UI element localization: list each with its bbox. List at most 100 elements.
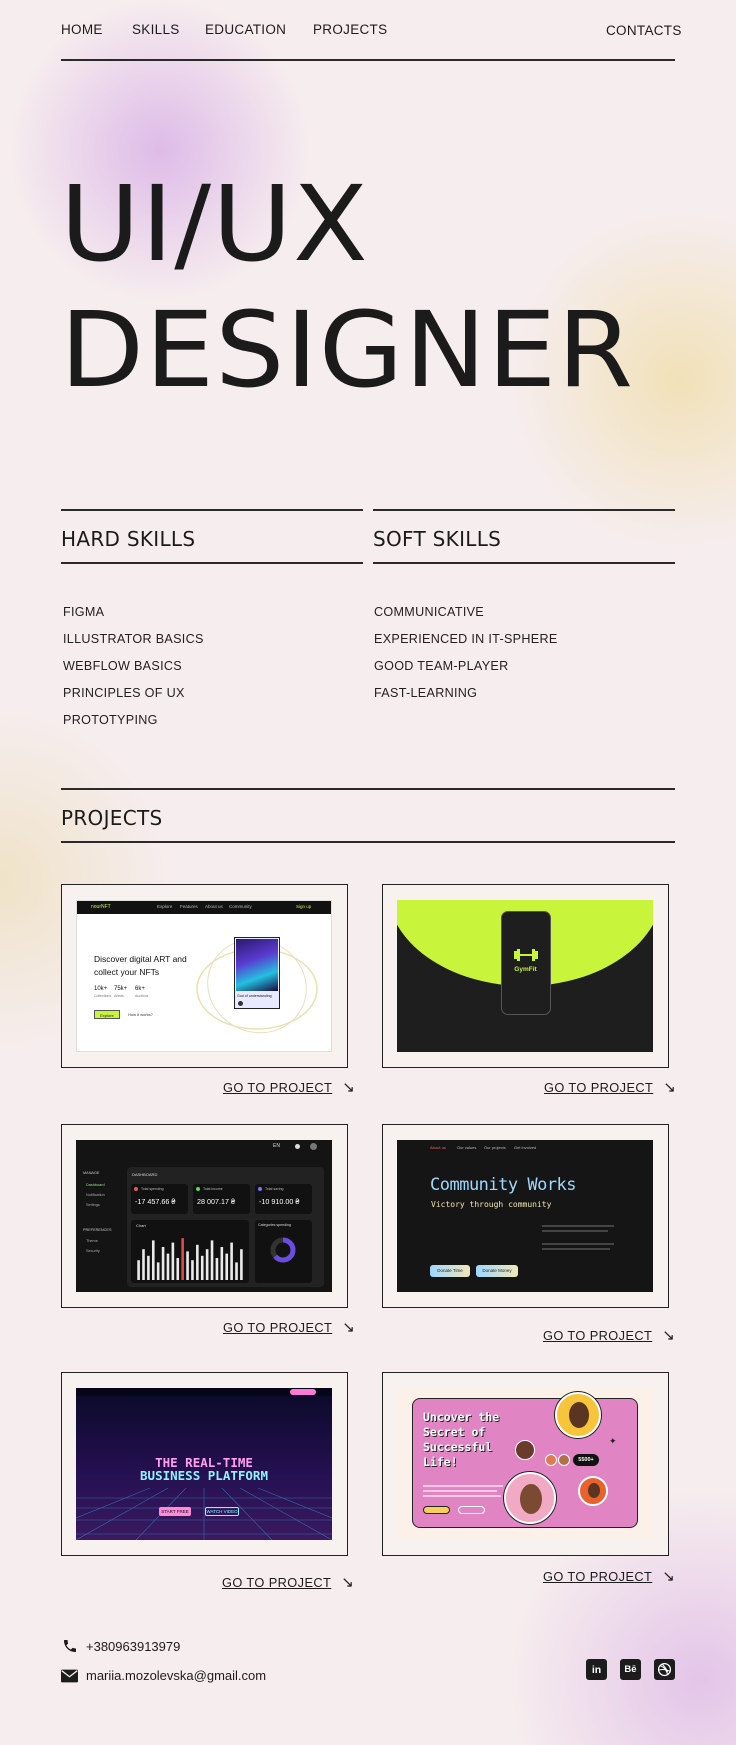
categories-label: Categories spending bbox=[258, 1223, 291, 1227]
nav-projects[interactable]: PROJECTS bbox=[313, 22, 387, 37]
avatar-face bbox=[569, 1402, 589, 1428]
avatar-photo bbox=[555, 1392, 601, 1438]
soft-skills-title: SOFT SKILLS bbox=[373, 527, 502, 551]
hero-title-line1: UI/UX bbox=[60, 163, 369, 285]
project-card-dashboard[interactable]: EN MANAGE Dashboard Notification Setting… bbox=[61, 1124, 348, 1308]
project-card-business[interactable]: THE REAL-TIME BUSINESS PLATFORM START FR… bbox=[61, 1372, 348, 1556]
go-to-project-link-community[interactable]: GO TO PROJECT ↘ bbox=[543, 1326, 675, 1344]
projects-title: PROJECTS bbox=[61, 806, 163, 830]
go-to-project-link-nft[interactable]: GO TO PROJECT ↘ bbox=[223, 1078, 355, 1096]
hero-title-line2: DESIGNER bbox=[60, 289, 635, 411]
dashboard-bar bbox=[142, 1249, 145, 1280]
nav-education[interactable]: EDUCATION bbox=[205, 22, 286, 37]
link-label: GO TO PROJECT bbox=[223, 1320, 333, 1335]
dashboard-bar bbox=[225, 1253, 229, 1280]
bell-icon bbox=[295, 1144, 300, 1149]
soft-skill-item: FAST-LEARNING bbox=[374, 686, 478, 700]
hard-skill-item: ILLUSTRATOR BASICS bbox=[63, 632, 204, 646]
soft-skill-item: COMMUNICATIVE bbox=[374, 605, 485, 619]
contact-email[interactable]: mariia.mozolevska@gmail.com bbox=[86, 1668, 266, 1683]
secret-title: Uncover the Secret of Successful Life! bbox=[423, 1410, 500, 1469]
secret-pink-panel: Uncover the Secret of Successful Life! 5… bbox=[412, 1392, 638, 1528]
nft-art-image bbox=[236, 939, 278, 991]
contact-phone[interactable]: +380963913979 bbox=[86, 1639, 180, 1654]
behance-icon[interactable]: Bē bbox=[620, 1659, 641, 1680]
business-title-line2: BUSINESS PLATFORM bbox=[140, 1468, 268, 1483]
start-free-button: START FREE bbox=[159, 1507, 191, 1516]
community-subtitle: Victory through community bbox=[431, 1200, 552, 1209]
stat-card: Total saving -10 910.00 ₴ bbox=[255, 1184, 312, 1214]
hard-skills-top-rule bbox=[61, 509, 363, 511]
dashboard-bar-chart bbox=[137, 1238, 243, 1280]
donate-money-button: Donate Money bbox=[476, 1265, 518, 1277]
go-to-project-link-secret[interactable]: GO TO PROJECT ↘ bbox=[543, 1567, 675, 1585]
soft-skills-top-rule bbox=[373, 509, 675, 511]
community-screenshot: About us Our values Our projects Get inv… bbox=[397, 1140, 653, 1292]
secret-count-badge: 5500+ bbox=[573, 1454, 599, 1466]
arrow-down-right-icon: ↘ bbox=[341, 1574, 355, 1591]
sparkle-icon: ✦ bbox=[609, 1436, 617, 1446]
soft-skills-bottom-rule bbox=[373, 562, 675, 564]
community-nav-item: Get involved bbox=[514, 1145, 537, 1150]
hard-skill-item: WEBFLOW BASICS bbox=[63, 659, 182, 673]
neon-grid-floor bbox=[76, 1488, 332, 1540]
dashboard-title: DASHBOARD bbox=[132, 1172, 158, 1177]
nft-stat: 10k+ bbox=[94, 986, 108, 992]
dashboard-bar bbox=[156, 1262, 160, 1280]
chart-label: Chart bbox=[136, 1223, 146, 1228]
link-label: GO TO PROJECT bbox=[544, 1080, 654, 1095]
go-to-project-link-dashboard[interactable]: GO TO PROJECT ↘ bbox=[223, 1318, 355, 1336]
page: HOME SKILLS EDUCATION PROJECTS CONTACTS … bbox=[0, 0, 736, 1745]
avatar-photo-medium bbox=[578, 1476, 608, 1506]
secret-screenshot: Uncover the Secret of Successful Life! 5… bbox=[397, 1388, 653, 1540]
dashboard-manage-label: MANAGE bbox=[83, 1171, 100, 1175]
hard-skills-title: HARD SKILLS bbox=[61, 527, 196, 551]
dashboard-bar bbox=[147, 1255, 150, 1280]
arrow-down-right-icon: ↘ bbox=[662, 1327, 676, 1344]
dashboard-bar bbox=[161, 1247, 165, 1280]
stat-card-value: -10 910.00 ₴ bbox=[259, 1197, 300, 1206]
gymfit-logo-text: GymFit bbox=[514, 966, 537, 973]
nav-skills[interactable]: SKILLS bbox=[132, 22, 180, 37]
nft-nav-item: Community bbox=[229, 904, 252, 909]
gymfit-phone-mockup: GymFit bbox=[501, 911, 551, 1015]
hard-skill-item: PROTOTYPING bbox=[63, 713, 158, 727]
nft-nav-item: About us bbox=[205, 904, 223, 909]
stat-card-value: -17 457.66 ₴ bbox=[135, 1197, 176, 1206]
nft-logo: nourNFT bbox=[91, 904, 111, 910]
project-card-gymfit[interactable]: GymFit bbox=[382, 884, 669, 1068]
project-card-community[interactable]: About us Our values Our projects Get inv… bbox=[382, 1124, 669, 1308]
donate-time-button: Donate Time bbox=[430, 1265, 470, 1277]
go-to-project-link-gymfit[interactable]: GO TO PROJECT ↘ bbox=[544, 1078, 676, 1096]
linkedin-icon[interactable]: in bbox=[586, 1659, 607, 1680]
dashboard-menu-item: Dashboard bbox=[86, 1183, 105, 1187]
soft-skill-item: GOOD TEAM-PLAYER bbox=[374, 659, 509, 673]
dashboard-bar bbox=[205, 1249, 209, 1280]
stat-card-label: Total saving bbox=[265, 1187, 284, 1191]
gymfit-screenshot: GymFit bbox=[397, 900, 653, 1052]
categories-panel: Categories spending bbox=[255, 1220, 312, 1283]
project-card-secret[interactable]: Uncover the Secret of Successful Life! 5… bbox=[382, 1372, 669, 1556]
dashboard-bar bbox=[220, 1247, 224, 1280]
nav-contacts[interactable]: CONTACTS bbox=[606, 23, 682, 38]
nft-stat: 6k+ bbox=[135, 986, 145, 992]
dashboard-bar bbox=[176, 1258, 180, 1280]
dashboard-bar bbox=[196, 1244, 199, 1280]
dashboard-bar bbox=[235, 1262, 238, 1280]
business-screenshot: THE REAL-TIME BUSINESS PLATFORM START FR… bbox=[76, 1388, 332, 1540]
avatar-photo-small bbox=[515, 1440, 535, 1460]
nft-nav-item: Features bbox=[180, 904, 198, 909]
stat-card: Total spending -17 457.66 ₴ bbox=[131, 1184, 188, 1214]
secret-primary-button bbox=[423, 1506, 450, 1514]
nav-home[interactable]: HOME bbox=[61, 22, 103, 37]
nft-headline: Discover digital ART and collect your NF… bbox=[94, 954, 187, 977]
dribbble-ball-icon bbox=[657, 1662, 672, 1677]
dashboard-menu-item: Settings bbox=[86, 1203, 100, 1207]
dashboard-bar bbox=[151, 1240, 155, 1280]
go-to-project-link-business[interactable]: GO TO PROJECT ↘ bbox=[222, 1573, 354, 1591]
soft-skill-item: EXPERIENCED IN IT-SPHERE bbox=[374, 632, 558, 646]
project-card-nft[interactable]: nourNFT Explore Features About us Commun… bbox=[61, 884, 348, 1068]
dashboard-menu-item: Notification bbox=[86, 1193, 105, 1197]
dashboard-bar bbox=[186, 1251, 189, 1280]
dribbble-icon[interactable] bbox=[654, 1659, 675, 1680]
